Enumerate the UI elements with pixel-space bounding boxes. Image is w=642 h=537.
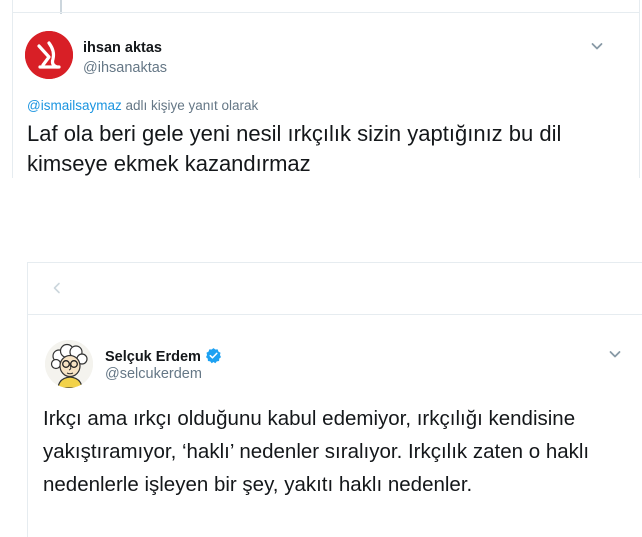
tweet-card-bottom: Selçuk Erdem @selcukerdem Irkçı ama ırkç…: [27, 262, 642, 537]
author-name[interactable]: ihsan aktas: [83, 40, 162, 56]
tweet-text: Irkçı ama ırkçı olduğunu kabul edemiyor,…: [43, 407, 590, 496]
chevron-down-icon[interactable]: [608, 347, 622, 361]
reply-context: @ismailsaymaz adlı kişiye yanıt olarak: [27, 98, 258, 113]
verified-badge-icon: [205, 348, 221, 364]
author-handle[interactable]: @selcukerdem: [105, 366, 202, 382]
reply-context-text: adlı kişiye yanıt olarak: [121, 98, 259, 113]
logo-glyph-icon: [25, 31, 73, 79]
cartoon-portrait-icon: [45, 340, 93, 388]
author-handle[interactable]: @ihsanaktas: [83, 60, 167, 76]
avatar-ihsanaktas[interactable]: [25, 31, 73, 79]
author-name[interactable]: Selçuk Erdem: [105, 349, 201, 365]
back-arrow-icon[interactable]: [50, 281, 64, 295]
author-name-row[interactable]: Selçuk Erdem: [105, 347, 222, 365]
avatar-selcukerdem[interactable]: [45, 340, 93, 388]
tweet-text: Laf ola beri gele yeni nesil ırkçılık si…: [27, 121, 562, 176]
reply-mention-link[interactable]: @ismailsaymaz: [27, 98, 122, 113]
tweet-card-top: ihsan aktas @ihsanaktas @ismailsaymaz ad…: [12, 0, 640, 178]
divider: [28, 314, 642, 315]
chevron-down-icon[interactable]: [590, 39, 604, 53]
divider: [13, 12, 639, 13]
